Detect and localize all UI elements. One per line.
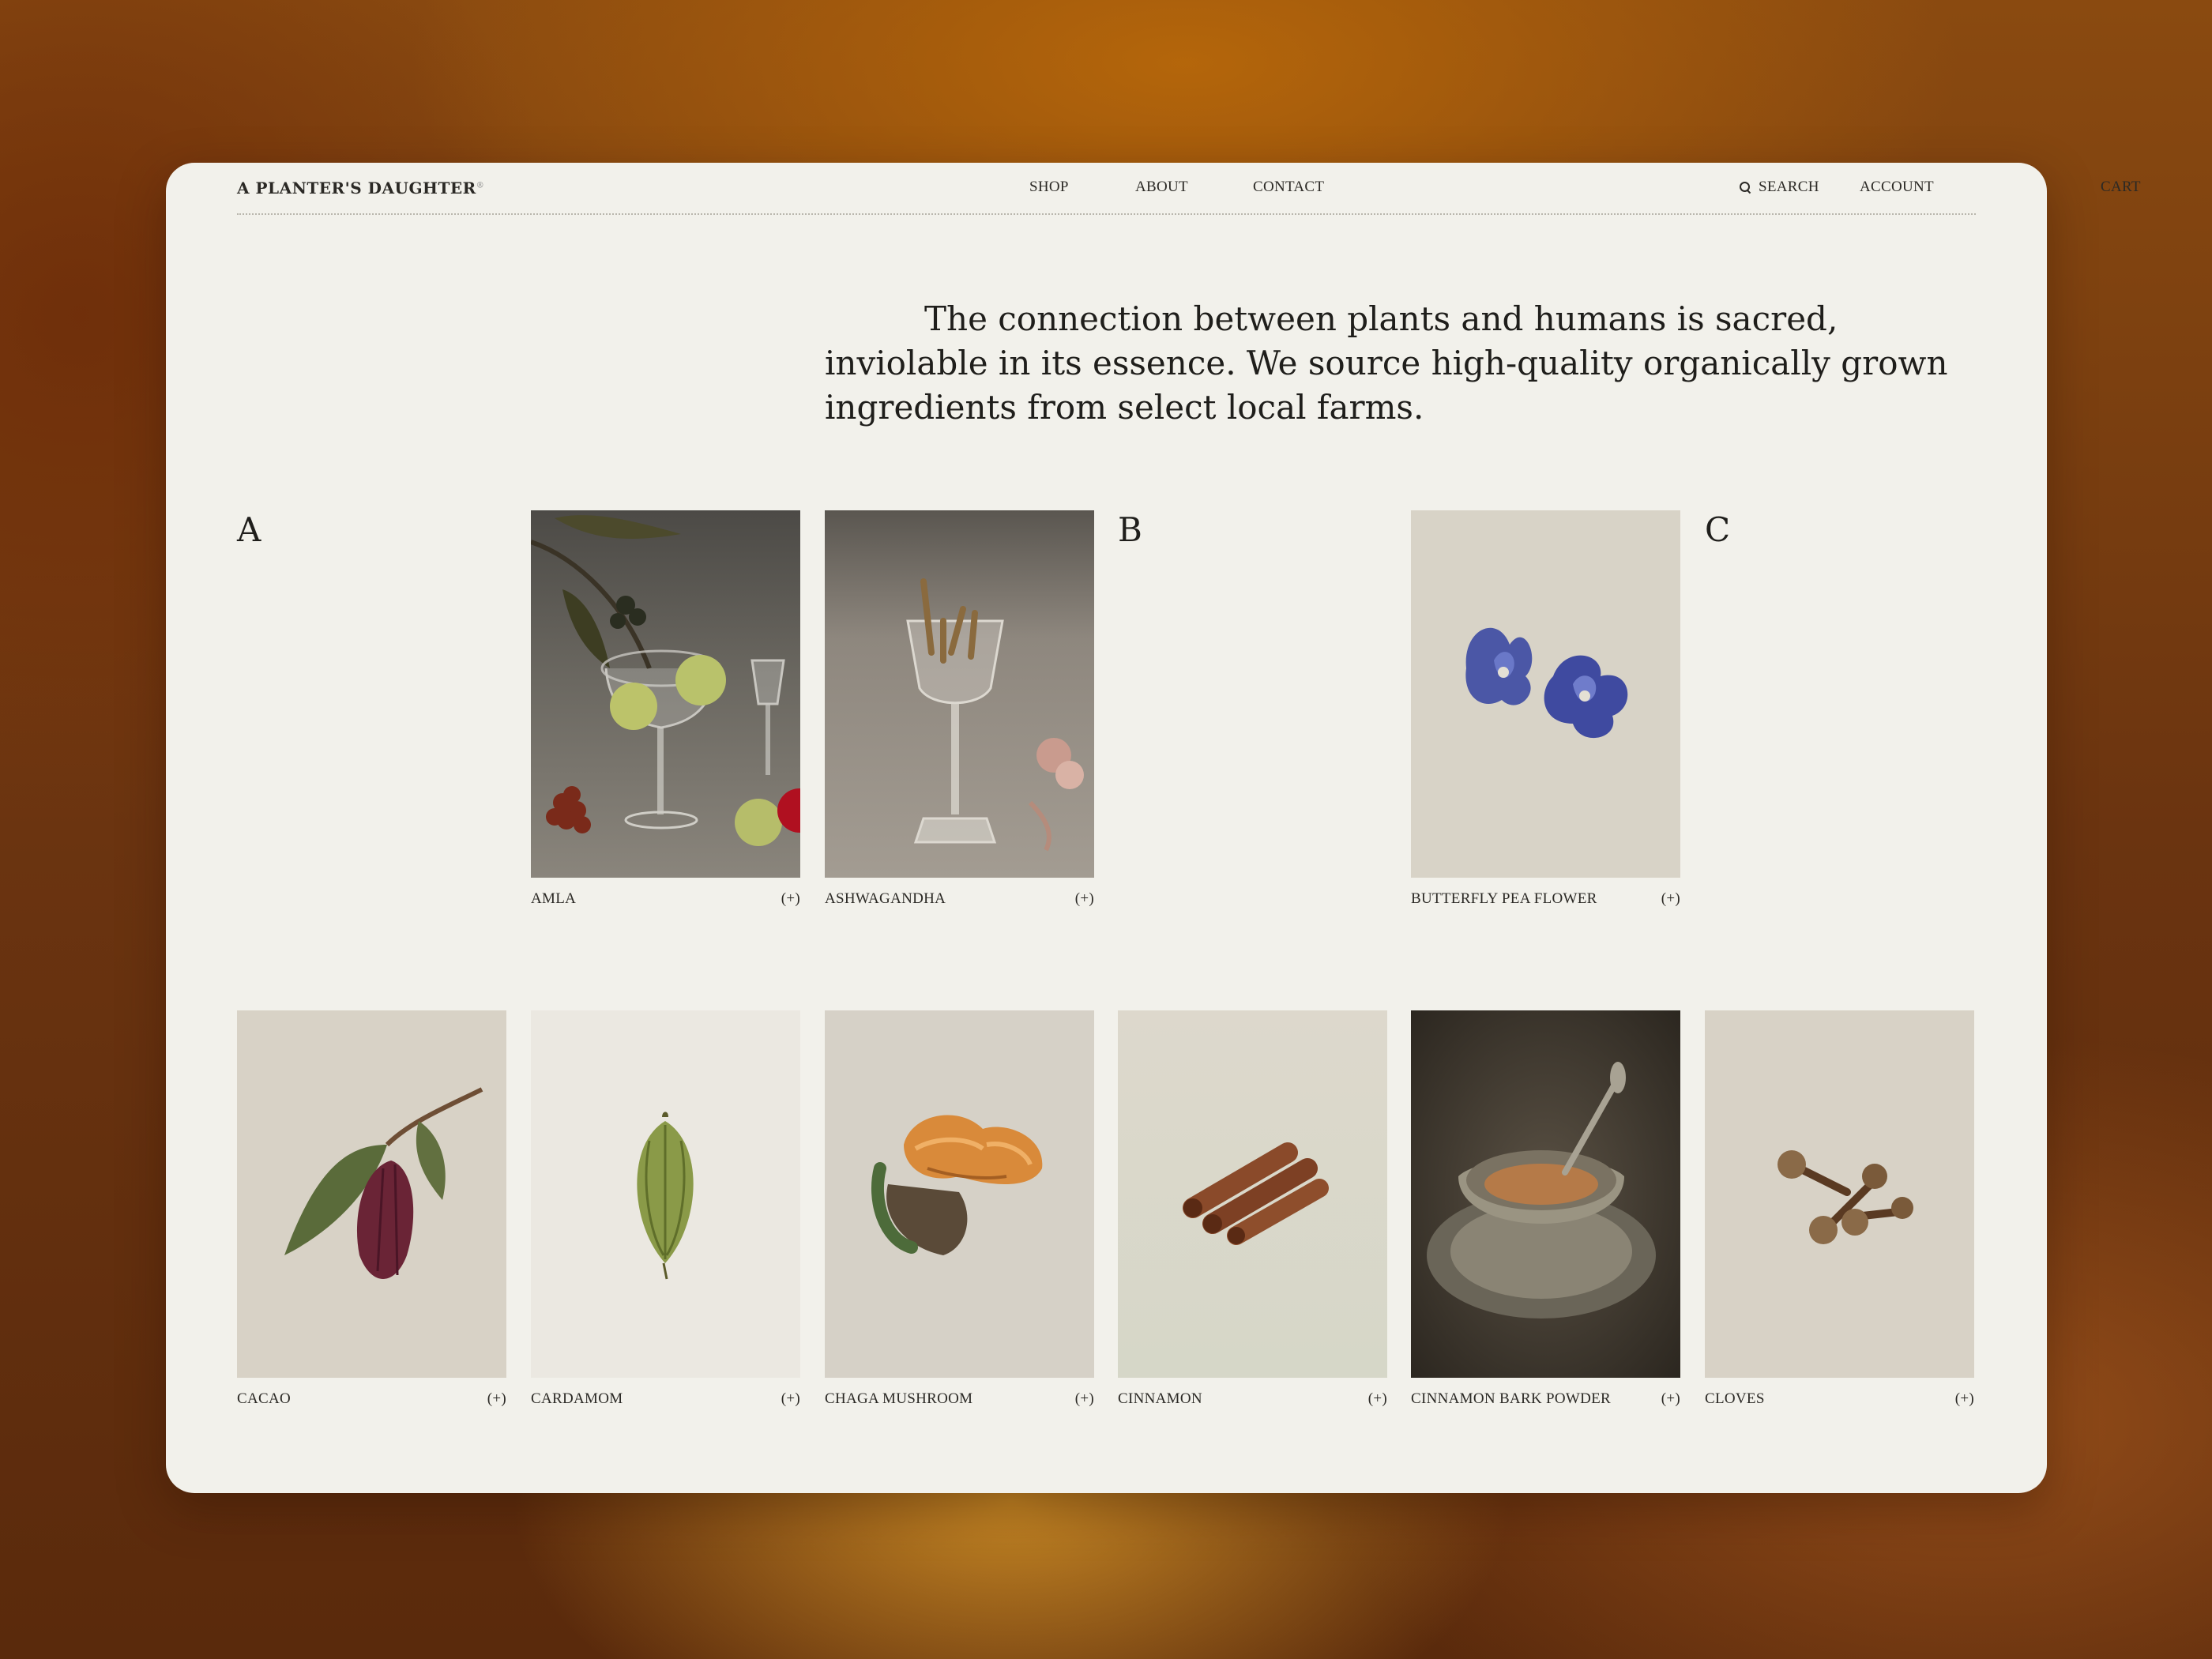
product-card-cloves[interactable]: CLOVES (+) bbox=[1705, 1010, 1974, 1408]
cacao-image[interactable] bbox=[237, 1010, 506, 1378]
product-card-cacao[interactable]: CACAO (+) bbox=[237, 1010, 506, 1408]
section-letter-b: B bbox=[1118, 510, 1142, 549]
section-letter-a: A bbox=[237, 510, 261, 549]
product-name[interactable]: ASHWAGANDHA bbox=[825, 890, 946, 908]
add-to-cart-button[interactable]: (+) bbox=[487, 1390, 506, 1408]
product-name[interactable]: AMLA bbox=[531, 890, 576, 908]
top-navigation: A PLANTER'S DAUGHTER® SHOP ABOUT CONTACT… bbox=[237, 163, 2140, 215]
add-to-cart-button[interactable]: (+) bbox=[1368, 1390, 1387, 1408]
add-to-cart-button[interactable]: (+) bbox=[1661, 1390, 1680, 1408]
product-card-butterfly-pea-flower[interactable]: BUTTERFLY PEA FLOWER (+) bbox=[1411, 510, 1680, 908]
search-button[interactable]: SEARCH bbox=[1740, 179, 1819, 196]
product-name[interactable]: CARDAMOM bbox=[531, 1390, 623, 1408]
product-name[interactable]: CHAGA MUSHROOM bbox=[825, 1390, 972, 1408]
brand-logo[interactable]: A PLANTER'S DAUGHTER® bbox=[237, 179, 484, 198]
product-card-chaga-mushroom[interactable]: CHAGA MUSHROOM (+) bbox=[825, 1010, 1094, 1408]
cinnamon-image[interactable] bbox=[1118, 1010, 1387, 1378]
nav-contact-link[interactable]: CONTACT bbox=[1253, 179, 1324, 196]
intro-statement: The connection between plants and humans… bbox=[825, 299, 1948, 427]
product-name[interactable]: CINNAMON bbox=[1118, 1390, 1202, 1408]
add-to-cart-button[interactable]: (+) bbox=[1075, 890, 1094, 908]
product-card-ashwagandha[interactable]: ASHWAGANDHA (+) bbox=[825, 510, 1094, 908]
product-card-cinnamon-bark-powder[interactable]: CINNAMON BARK POWDER (+) bbox=[1411, 1010, 1680, 1408]
browser-window: A PLANTER'S DAUGHTER® SHOP ABOUT CONTACT… bbox=[166, 163, 2140, 1493]
product-name[interactable]: CINNAMON BARK POWDER bbox=[1411, 1390, 1611, 1408]
nav-about-link[interactable]: ABOUT bbox=[1135, 179, 1188, 196]
registered-mark: ® bbox=[476, 181, 485, 190]
add-to-cart-button[interactable]: (+) bbox=[1661, 890, 1680, 908]
add-to-cart-button[interactable]: (+) bbox=[781, 890, 800, 908]
product-name[interactable]: CACAO bbox=[237, 1390, 291, 1408]
add-to-cart-button[interactable]: (+) bbox=[1955, 1390, 1974, 1408]
amla-image[interactable] bbox=[531, 510, 800, 878]
brand-name: A PLANTER'S DAUGHTER bbox=[237, 179, 476, 198]
search-icon bbox=[1740, 182, 1751, 193]
product-card-cinnamon[interactable]: CINNAMON (+) bbox=[1118, 1010, 1387, 1408]
cart-link[interactable]: CART bbox=[2101, 179, 2141, 196]
product-card-amla[interactable]: AMLA (+) bbox=[531, 510, 800, 908]
chaga-mushroom-image[interactable] bbox=[825, 1010, 1094, 1378]
product-name[interactable]: BUTTERFLY PEA FLOWER bbox=[1411, 890, 1597, 908]
add-to-cart-button[interactable]: (+) bbox=[781, 1390, 800, 1408]
cloves-image[interactable] bbox=[1705, 1010, 1974, 1378]
add-to-cart-button[interactable]: (+) bbox=[1075, 1390, 1094, 1408]
nav-shop-link[interactable]: SHOP bbox=[1029, 179, 1069, 196]
cardamom-image[interactable] bbox=[531, 1010, 800, 1378]
section-letter-c: C bbox=[1705, 510, 1731, 549]
product-name[interactable]: CLOVES bbox=[1705, 1390, 1765, 1408]
butterfly-pea-flower-image[interactable] bbox=[1411, 510, 1680, 878]
search-label: SEARCH bbox=[1759, 179, 1819, 195]
product-card-cardamom[interactable]: CARDAMOM (+) bbox=[531, 1010, 800, 1408]
ashwagandha-image[interactable] bbox=[825, 510, 1094, 878]
account-link[interactable]: ACCOUNT bbox=[1860, 179, 1934, 196]
cinnamon-bark-powder-image[interactable] bbox=[1411, 1010, 1680, 1378]
